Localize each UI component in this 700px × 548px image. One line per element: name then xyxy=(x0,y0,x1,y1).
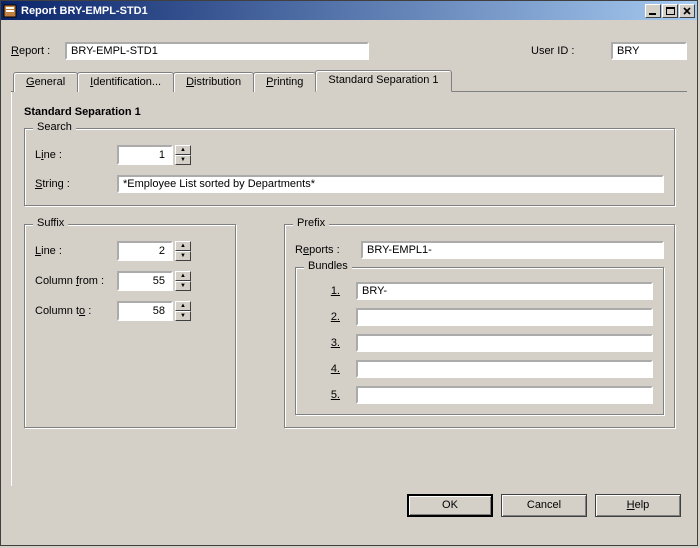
bundle-label-5: 5. xyxy=(306,389,356,401)
window-frame: Report BRY-EMPL-STD1 Report : BRY-EMPL-S… xyxy=(0,0,698,546)
tab-printing[interactable]: Printing xyxy=(253,72,316,92)
spin-up-icon[interactable]: ▲ xyxy=(175,301,191,311)
search-string-label: String : xyxy=(35,178,117,190)
spin-up-icon[interactable]: ▲ xyxy=(175,145,191,155)
suffix-colto-label: Column to : xyxy=(35,305,117,317)
bundle-label-3: 3. xyxy=(306,337,356,349)
search-group: Search Line : 1 ▲ ▼ String : *Employee L… xyxy=(24,128,675,206)
prefix-legend: Prefix xyxy=(293,217,329,229)
suffix-legend: Suffix xyxy=(33,217,68,229)
help-button[interactable]: Help xyxy=(595,494,681,517)
suffix-line-spinner[interactable]: 2 ▲▼ xyxy=(117,241,191,261)
tab-panel: Standard Separation 1 Search Line : 1 ▲ … xyxy=(11,92,687,486)
suffix-line-label: Line : xyxy=(35,245,117,257)
spin-down-icon[interactable]: ▼ xyxy=(175,155,191,165)
bundle-field-4[interactable] xyxy=(356,360,653,378)
bundle-field-2[interactable] xyxy=(356,308,653,326)
ok-button[interactable]: OK xyxy=(407,494,493,517)
report-label: Report : xyxy=(11,45,65,57)
maximize-button[interactable] xyxy=(662,4,678,18)
suffix-colto-value[interactable]: 58 xyxy=(117,301,173,321)
search-legend: Search xyxy=(33,121,76,133)
tab-general[interactable]: General xyxy=(13,72,78,92)
tab-distribution[interactable]: Distribution xyxy=(173,72,254,92)
suffix-group: Suffix Line : 2 ▲▼ Column from : 55 ▲▼ xyxy=(24,224,236,428)
spin-up-icon[interactable]: ▲ xyxy=(175,271,191,281)
search-line-label: Line : xyxy=(35,149,117,161)
bundle-label-1: 1. xyxy=(306,285,356,297)
bundles-legend: Bundles xyxy=(304,260,352,272)
bundle-field-5[interactable] xyxy=(356,386,653,404)
prefix-group: Prefix Reports : BRY-EMPL1- Bundles 1. B… xyxy=(284,224,675,428)
minimize-button[interactable] xyxy=(645,4,661,18)
suffix-colfrom-spinner[interactable]: 55 ▲▼ xyxy=(117,271,191,291)
panel-title: Standard Separation 1 xyxy=(24,106,675,118)
tab-identification[interactable]: Identification... xyxy=(77,72,174,92)
bundle-field-1[interactable]: BRY- xyxy=(356,282,653,300)
spin-down-icon[interactable]: ▼ xyxy=(175,281,191,291)
bundle-field-3[interactable] xyxy=(356,334,653,352)
button-bar: OK Cancel Help xyxy=(11,486,687,523)
tab-standard-separation-1[interactable]: Standard Separation 1 xyxy=(315,70,451,92)
spin-down-icon[interactable]: ▼ xyxy=(175,251,191,261)
report-field[interactable]: BRY-EMPL-STD1 xyxy=(65,42,369,60)
userid-field[interactable]: BRY xyxy=(611,42,687,60)
prefix-reports-label: Reports : xyxy=(295,244,361,256)
prefix-reports-field[interactable]: BRY-EMPL1- xyxy=(361,241,664,259)
suffix-colto-spinner[interactable]: 58 ▲▼ xyxy=(117,301,191,321)
bundle-label-2: 2. xyxy=(306,311,356,323)
cancel-button[interactable]: Cancel xyxy=(501,494,587,517)
bundle-label-4: 4. xyxy=(306,363,356,375)
tab-bar: General Identification... Distribution P… xyxy=(11,70,687,92)
titlebar: Report BRY-EMPL-STD1 xyxy=(1,1,697,20)
suffix-colfrom-value[interactable]: 55 xyxy=(117,271,173,291)
app-icon xyxy=(3,4,17,18)
suffix-colfrom-label: Column from : xyxy=(35,275,117,287)
search-line-value[interactable]: 1 xyxy=(117,145,173,165)
spin-down-icon[interactable]: ▼ xyxy=(175,311,191,321)
window-title: Report BRY-EMPL-STD1 xyxy=(21,5,644,17)
search-string-field[interactable]: *Employee List sorted by Departments* xyxy=(117,175,664,193)
close-button[interactable] xyxy=(679,4,695,18)
userid-label: User ID : xyxy=(531,45,611,57)
suffix-line-value[interactable]: 2 xyxy=(117,241,173,261)
spin-up-icon[interactable]: ▲ xyxy=(175,241,191,251)
search-line-spinner[interactable]: 1 ▲ ▼ xyxy=(117,145,191,165)
bundles-group: Bundles 1. BRY- 2. 3. xyxy=(295,267,664,415)
